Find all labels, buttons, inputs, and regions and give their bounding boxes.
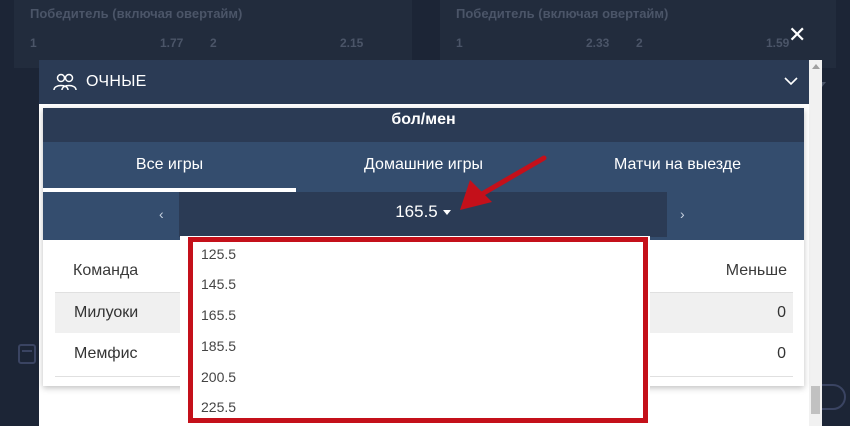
caret-down-icon <box>442 210 451 216</box>
team-name: Милуоки <box>74 304 139 321</box>
scrollbar[interactable] <box>809 60 822 426</box>
column-header-under: Меньше <box>725 262 787 279</box>
bg-market-title: Победитель (включая овертайм) <box>30 6 243 21</box>
pointer-arrow-icon <box>460 155 547 210</box>
total-dropdown[interactable]: 165.5 <box>179 192 667 237</box>
bg-market-card-right: Победитель (включая овертайм) 1 2.33 2 1… <box>440 0 836 94</box>
bg-market-title: Победитель (включая овертайм) <box>456 6 669 21</box>
scroll-up-icon[interactable] <box>812 64 820 69</box>
under-value: 0 <box>777 304 786 321</box>
under-value: 0 <box>777 345 786 362</box>
column-header-team: Команда <box>73 262 139 279</box>
chevron-down-icon[interactable] <box>783 74 799 88</box>
panel-title: бол/мен <box>391 111 456 128</box>
bg-odds-value: 2.33 <box>586 36 610 50</box>
bg-odds-label: 1 <box>30 36 37 50</box>
highlight-frame <box>188 237 648 423</box>
tab-all-games[interactable]: Все игры <box>43 142 296 192</box>
bg-odds-value: 2.15 <box>340 36 364 50</box>
team-name: Мемфис <box>74 345 138 362</box>
bg-odds-value: 1.77 <box>160 36 184 50</box>
calendar-icon <box>18 344 36 364</box>
bg-odds-value: 1.59 <box>766 36 790 50</box>
bg-market-card-left: Победитель (включая овертайм) 1 1.77 2 2… <box>14 0 412 94</box>
prev-arrow-button[interactable]: ‹ <box>159 206 164 222</box>
modal-header-title: ОЧНЫЕ <box>86 73 147 90</box>
people-icon <box>53 73 77 91</box>
close-button[interactable]: ✕ <box>788 24 806 46</box>
total-dropdown-value: 165.5 <box>395 202 438 221</box>
bg-odds-label: 2 <box>636 36 643 50</box>
scroll-thumb[interactable] <box>811 386 820 414</box>
next-arrow-button[interactable]: › <box>680 206 685 222</box>
bg-odds-label: 2 <box>210 36 217 50</box>
tab-away-games[interactable]: Матчи на выезде <box>551 142 804 192</box>
total-selector-bar: ‹ 165.5 › <box>43 192 804 240</box>
modal-header[interactable]: ОЧНЫЕ <box>39 60 809 104</box>
bg-odds-label: 1 <box>456 36 463 50</box>
tabs: Все игры Домашние игры Матчи на выезде <box>43 142 804 192</box>
panel-title-bar: бол/мен <box>43 108 804 142</box>
bg-odds-row: 1 1.77 2 2.15 <box>14 36 412 94</box>
bg-odds-row: 1 2.33 2 1.59 <box>440 36 836 94</box>
